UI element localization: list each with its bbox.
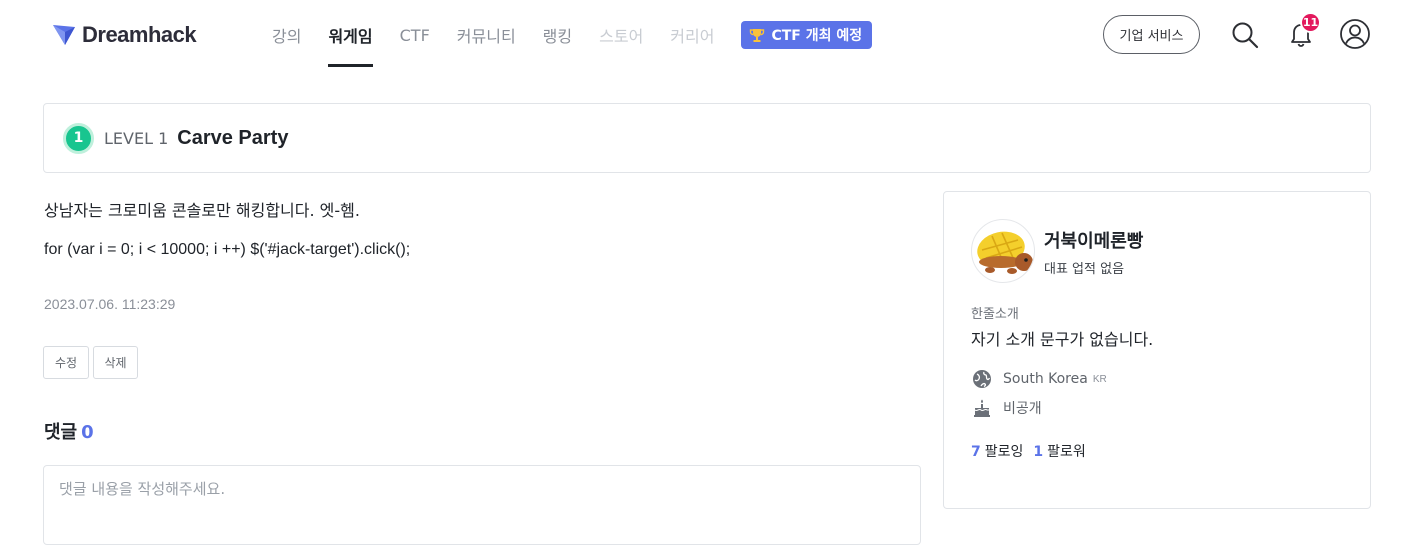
user-icon — [1340, 19, 1370, 49]
post-title-card: 1 LEVEL 1 Carve Party — [43, 103, 1371, 173]
following-label: 팔로잉 — [984, 444, 1024, 460]
edit-button[interactable]: 수정 — [43, 346, 89, 379]
intro-text: 자기 소개 문구가 없습니다. — [971, 330, 1154, 349]
follower-label: 팔로워 — [1047, 444, 1086, 460]
nav-wargame[interactable]: 워게임 — [328, 23, 373, 67]
comment-input[interactable]: 댓글 내용을 작성해주세요. — [43, 465, 921, 545]
post-title: Carve Party — [177, 126, 289, 149]
following-link[interactable]: 7 팔로잉 — [971, 441, 1023, 461]
author-profile-card: 거북이메론빵 대표 업적 없음 한줄소개 자기 소개 문구가 없습니다. Sou… — [943, 191, 1371, 509]
trophy-icon — [750, 29, 765, 42]
dreamhack-logo-icon — [53, 25, 75, 45]
enterprise-service-button[interactable]: 기업 서비스 — [1103, 15, 1200, 54]
ctf-upcoming-badge[interactable]: CTF 개최 예정 — [741, 21, 873, 49]
nav-community[interactable]: 커뮤니티 — [457, 23, 516, 47]
post-date: 2023.07.06. 11:23:29 — [44, 296, 176, 312]
representative-achievement: 대표 업적 없음 — [1044, 262, 1125, 277]
nav-ctf[interactable]: CTF — [400, 26, 430, 45]
birthday-row: 비공개 — [971, 397, 1042, 419]
comments-heading: 댓글 0 — [44, 418, 94, 444]
comment-count: 0 — [81, 422, 94, 443]
profile-menu-button[interactable] — [1339, 18, 1371, 50]
country-row: South Korea KR — [971, 368, 1107, 390]
post-body-line-1: 상남자는 크로미움 콘솔로만 해킹합니다. 엣-헴. — [44, 201, 360, 220]
level-badge: 1 — [63, 122, 94, 154]
follower-link[interactable]: 1 팔로워 — [1033, 441, 1085, 461]
country-name: South Korea — [1003, 371, 1088, 387]
nav-lectures[interactable]: 강의 — [272, 23, 301, 47]
turtle-melonpan-avatar-icon — [977, 231, 1033, 274]
country-code: KR — [1092, 373, 1107, 385]
level-label: LEVEL 1 — [104, 128, 169, 148]
notification-count-badge: 11 — [1300, 12, 1321, 33]
delete-button[interactable]: 삭제 — [93, 346, 138, 379]
dreamhack-logo[interactable]: Dreamhack — [52, 22, 197, 48]
brand-name: Dreamhack — [82, 22, 197, 47]
main-nav: 강의 워게임 CTF 커뮤니티 랭킹 스토어 커리어 CTF 개최 예정 — [272, 21, 873, 67]
avatar[interactable] — [971, 219, 1035, 283]
top-header: Dreamhack 강의 워게임 CTF 커뮤니티 랭킹 스토어 커리어 CTF… — [0, 0, 1408, 70]
author-username[interactable]: 거북이메론빵 — [1044, 227, 1143, 253]
nav-career[interactable]: 커리어 — [670, 23, 714, 47]
birthday-value: 비공개 — [1003, 401, 1042, 417]
ctf-badge-label: CTF 개최 예정 — [771, 28, 863, 44]
search-icon — [1232, 22, 1259, 49]
cake-icon — [971, 397, 993, 419]
globe-icon — [971, 368, 993, 390]
following-count: 7 — [971, 444, 981, 460]
follow-stats: 7 팔로잉 1 팔로워 — [971, 441, 1096, 461]
follower-count: 1 — [1033, 444, 1044, 460]
search-button[interactable] — [1229, 19, 1261, 51]
comments-heading-label: 댓글 — [44, 422, 78, 443]
nav-store[interactable]: 스토어 — [599, 23, 643, 47]
post-body-line-2: for (var i = 0; i < 10000; i ++) $('#jac… — [44, 241, 411, 258]
nav-ranking[interactable]: 랭킹 — [543, 23, 572, 47]
intro-label: 한줄소개 — [971, 307, 1019, 322]
